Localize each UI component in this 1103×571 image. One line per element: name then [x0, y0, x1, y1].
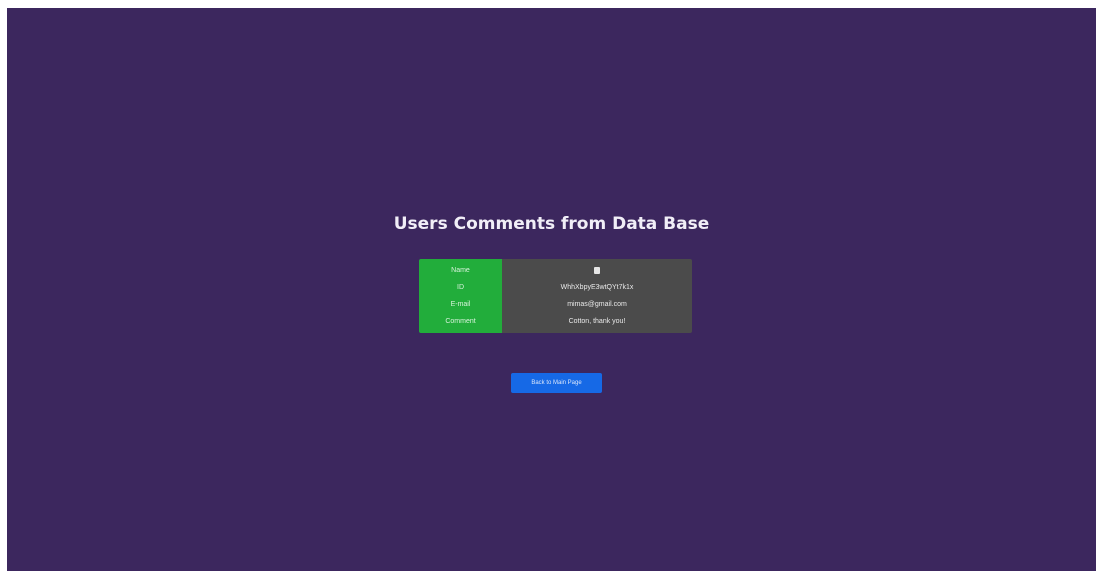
label-column: Name ID E-mail Comment — [419, 259, 502, 333]
value-column: WhhXbpyE3wtQYt7k1x mimas@gmail.com Cotto… — [502, 259, 692, 333]
back-to-main-button[interactable]: Back to Main Page — [511, 373, 602, 393]
name-value — [594, 262, 600, 279]
page-background: Users Comments from Data Base Name ID E-… — [7, 8, 1096, 571]
email-value: mimas@gmail.com — [567, 301, 627, 308]
comment-label: Comment — [445, 318, 476, 325]
comment-card: Name ID E-mail Comment WhhXbpyE3wtQYt7k1… — [419, 259, 692, 333]
id-value: WhhXbpyE3wtQYt7k1x — [560, 284, 634, 291]
user-icon — [594, 266, 600, 274]
page-title: Users Comments from Data Base — [393, 214, 710, 234]
name-label: Name — [451, 267, 470, 274]
email-label: E-mail — [450, 301, 471, 308]
comment-value: Cotton, thank you! — [568, 318, 626, 325]
id-label: ID — [457, 284, 464, 291]
